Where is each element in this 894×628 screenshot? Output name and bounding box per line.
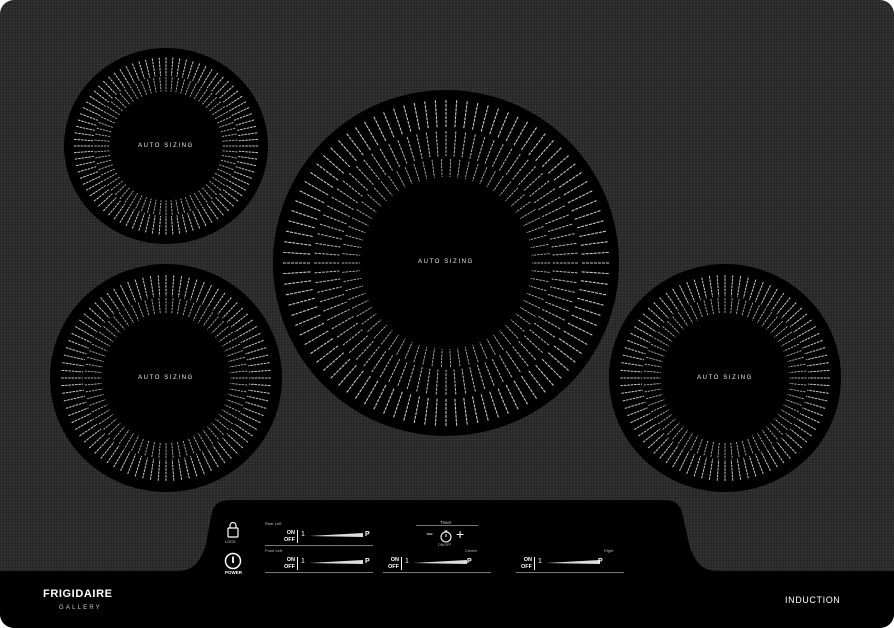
timer-minus-button[interactable]: −: [426, 528, 433, 540]
slider-min: 1: [538, 558, 542, 565]
lock-label: LOCK: [225, 539, 236, 544]
zone-label-right: Right: [604, 548, 614, 553]
slider-underline: [383, 572, 491, 573]
slider-divider: [297, 530, 298, 543]
slider-max: P: [365, 531, 370, 538]
timer-plus-button[interactable]: +: [456, 527, 464, 541]
slider-underline: [265, 545, 373, 546]
slider-min: 1: [405, 558, 409, 565]
power-label: POWER: [225, 570, 243, 575]
timer-divider: [416, 525, 478, 526]
slider-wedge[interactable]: [413, 559, 467, 565]
slider-wedge[interactable]: [309, 532, 363, 538]
off-text: OFF: [284, 563, 295, 570]
off-text: OFF: [388, 563, 399, 570]
cooktop-glass: AUTO SIZING AUTO SIZING AUTO SIZING AUTO…: [0, 0, 894, 628]
off-text: OFF: [521, 563, 532, 570]
slider-divider: [297, 557, 298, 570]
slider-min: 1: [301, 558, 305, 565]
power-button[interactable]: POWER: [223, 552, 245, 578]
timer-sub-label: ON/OFF: [438, 543, 452, 547]
timer-control: Timer − + ON/OFF: [414, 520, 478, 550]
slider-max: P: [598, 558, 603, 565]
slider-max: P: [365, 558, 370, 565]
onoff-center[interactable]: ON OFF: [385, 557, 399, 570]
zone-slider-rear-left[interactable]: Rear Left ON OFF 1 P: [265, 521, 373, 549]
lock-icon: [227, 521, 239, 538]
zone-slider-front-left[interactable]: Front Left ON OFF 1 P: [265, 548, 373, 576]
zone-label-front-left: Front Left: [265, 548, 283, 553]
slider-underline: [516, 572, 624, 573]
lock-button[interactable]: LOCK: [224, 521, 242, 545]
onoff-right[interactable]: ON OFF: [518, 557, 532, 570]
zone-label-rear-left: Rear Left: [265, 521, 282, 526]
induction-label: INDUCTION: [785, 595, 841, 605]
power-icon: [224, 552, 242, 570]
off-text: OFF: [284, 536, 295, 543]
slider-min: 1: [301, 531, 305, 538]
zone-slider-center[interactable]: Center ON OFF 1 P: [383, 548, 491, 576]
zone-label-center: Center: [465, 548, 478, 553]
slider-max: P: [467, 558, 472, 565]
timer-icon[interactable]: [439, 529, 453, 543]
slider-wedge[interactable]: [309, 559, 363, 565]
zone-slider-right[interactable]: Right ON OFF 1 P: [516, 548, 624, 576]
slider-underline: [265, 572, 373, 573]
slider-wedge[interactable]: [546, 559, 600, 565]
brand-logo: FRIGIDAIRE: [43, 588, 113, 600]
slider-divider: [401, 557, 402, 570]
onoff-front-left[interactable]: ON OFF: [281, 557, 295, 570]
series-label: GALLERY: [59, 605, 102, 611]
slider-divider: [534, 557, 535, 570]
onoff-rear-left[interactable]: ON OFF: [281, 530, 295, 543]
